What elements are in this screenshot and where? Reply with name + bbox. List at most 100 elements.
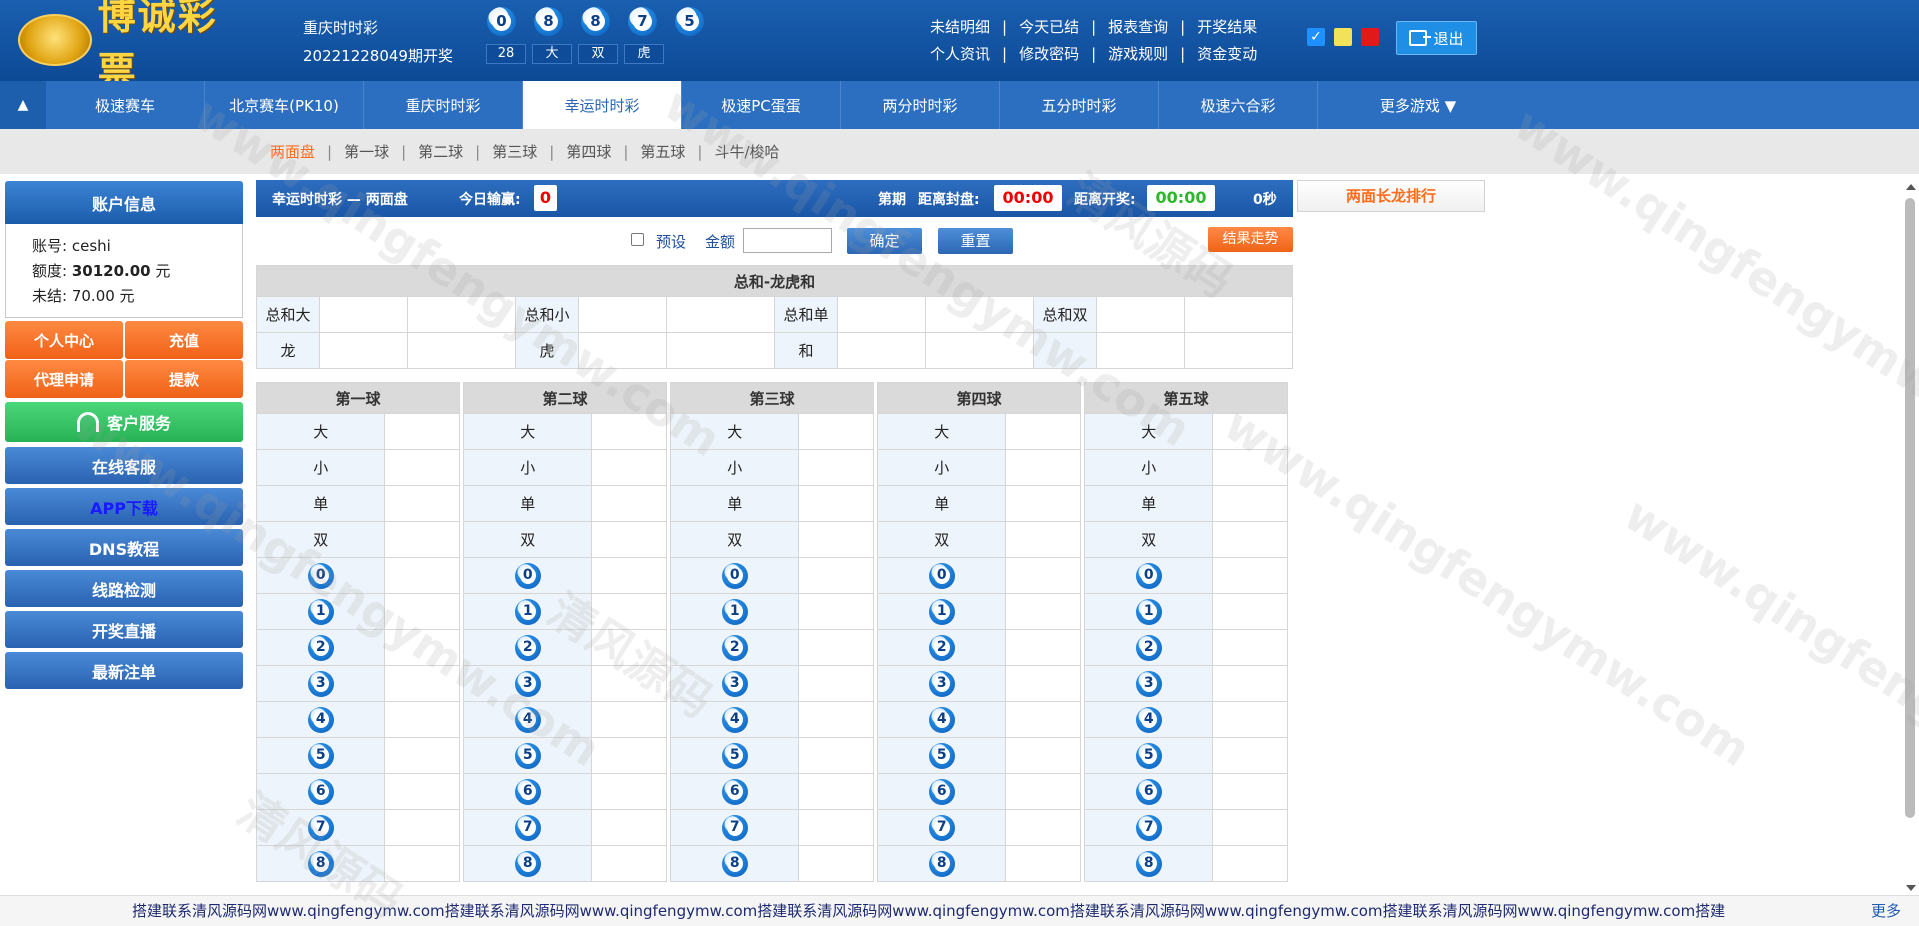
nav-tab[interactable]: 两分时时彩 bbox=[841, 81, 1000, 129]
bet-label[interactable]: 2 bbox=[669, 629, 800, 666]
bet-label[interactable]: 0 bbox=[876, 557, 1007, 594]
odds-cell[interactable] bbox=[798, 521, 874, 558]
odds-cell[interactable] bbox=[591, 665, 667, 702]
latest-bets-button[interactable]: 最新注单 bbox=[5, 652, 243, 689]
bet-label[interactable]: 2 bbox=[255, 629, 386, 666]
odds-cell[interactable] bbox=[1005, 701, 1081, 738]
bet-label[interactable]: 0 bbox=[669, 557, 800, 594]
odds-cell[interactable] bbox=[1005, 449, 1081, 486]
odds-cell[interactable] bbox=[591, 809, 667, 846]
top-link[interactable]: 报表查询 bbox=[1108, 18, 1168, 36]
odds-cell[interactable] bbox=[837, 332, 926, 369]
odds-cell[interactable] bbox=[591, 773, 667, 810]
odds-cell[interactable] bbox=[578, 332, 667, 369]
odds-cell[interactable] bbox=[1005, 593, 1081, 630]
bet-label[interactable]: 5 bbox=[255, 737, 386, 774]
bet-label[interactable]: 7 bbox=[1083, 809, 1214, 846]
odds-cell[interactable] bbox=[384, 773, 460, 810]
bet-label[interactable]: 0 bbox=[1083, 557, 1214, 594]
bet-label[interactable]: 5 bbox=[669, 737, 800, 774]
odds-cell[interactable] bbox=[591, 845, 667, 882]
bet-label[interactable]: 6 bbox=[1083, 773, 1214, 810]
odds-cell[interactable] bbox=[1212, 845, 1288, 882]
bet-label[interactable]: 4 bbox=[255, 701, 386, 738]
odds-cell[interactable] bbox=[1212, 665, 1288, 702]
theme-yellow-box[interactable] bbox=[1334, 28, 1352, 46]
bet-label[interactable]: 龙 bbox=[256, 332, 320, 369]
odds-cell[interactable] bbox=[591, 485, 667, 522]
bet-label[interactable]: 0 bbox=[255, 557, 386, 594]
odds-cell[interactable] bbox=[1212, 557, 1288, 594]
deposit-button[interactable]: 充值 bbox=[125, 321, 243, 359]
bet-label[interactable]: 单 bbox=[669, 485, 800, 522]
odds-cell[interactable] bbox=[384, 737, 460, 774]
subnav-tab[interactable]: 斗牛/梭哈 bbox=[714, 141, 779, 162]
bet-label[interactable]: 总和单 bbox=[774, 296, 838, 333]
bet-label[interactable]: 7 bbox=[669, 809, 800, 846]
ticker-more-link[interactable]: 更多 bbox=[1865, 896, 1902, 926]
bet-label[interactable]: 总和双 bbox=[1033, 296, 1097, 333]
odds-cell[interactable] bbox=[1005, 413, 1081, 450]
top-link[interactable]: 个人资讯 bbox=[930, 45, 990, 63]
odds-cell[interactable] bbox=[1212, 593, 1288, 630]
odds-cell[interactable] bbox=[798, 629, 874, 666]
withdraw-button[interactable]: 提款 bbox=[125, 360, 243, 398]
theme-blue-checkbox[interactable]: ✓ bbox=[1307, 28, 1325, 46]
bet-label[interactable]: 2 bbox=[876, 629, 1007, 666]
odds-cell[interactable] bbox=[384, 665, 460, 702]
bet-label[interactable]: 和 bbox=[774, 332, 838, 369]
bet-label[interactable]: 1 bbox=[669, 593, 800, 630]
odds-cell[interactable] bbox=[384, 845, 460, 882]
odds-cell[interactable] bbox=[1212, 521, 1288, 558]
odds-cell[interactable] bbox=[798, 773, 874, 810]
bet-label[interactable]: 7 bbox=[876, 809, 1007, 846]
odds-cell[interactable] bbox=[591, 737, 667, 774]
bet-label[interactable]: 1 bbox=[876, 593, 1007, 630]
odds-cell[interactable] bbox=[1005, 665, 1081, 702]
bet-label[interactable]: 大 bbox=[1083, 413, 1214, 450]
bet-label[interactable]: 5 bbox=[1083, 737, 1214, 774]
bet-label[interactable]: 8 bbox=[876, 845, 1007, 882]
odds-cell[interactable] bbox=[384, 809, 460, 846]
odds-cell[interactable] bbox=[798, 845, 874, 882]
bet-label[interactable]: 6 bbox=[255, 773, 386, 810]
bet-input-cell[interactable] bbox=[925, 332, 1034, 369]
subnav-tab[interactable]: 第一球 bbox=[344, 141, 389, 162]
odds-cell[interactable] bbox=[591, 449, 667, 486]
agent-apply-button[interactable]: 代理申请 bbox=[5, 360, 123, 398]
odds-cell[interactable] bbox=[1005, 485, 1081, 522]
collapse-nav-icon[interactable]: ▲ bbox=[0, 81, 46, 129]
odds-cell[interactable] bbox=[591, 629, 667, 666]
subnav-tab[interactable]: 第三球 bbox=[492, 141, 537, 162]
odds-cell[interactable] bbox=[798, 557, 874, 594]
bet-label[interactable]: 7 bbox=[462, 809, 593, 846]
bet-label[interactable]: 单 bbox=[1083, 485, 1214, 522]
odds-cell[interactable] bbox=[1212, 809, 1288, 846]
bet-label[interactable]: 5 bbox=[462, 737, 593, 774]
odds-cell[interactable] bbox=[1005, 845, 1081, 882]
bet-input-cell[interactable] bbox=[1184, 296, 1293, 333]
odds-cell[interactable] bbox=[1212, 413, 1288, 450]
scroll-thumb[interactable] bbox=[1905, 198, 1915, 818]
odds-cell[interactable] bbox=[384, 521, 460, 558]
bet-label[interactable]: 0 bbox=[462, 557, 593, 594]
top-link[interactable]: 今天已结 bbox=[1019, 18, 1079, 36]
personal-center-button[interactable]: 个人中心 bbox=[5, 321, 123, 359]
bet-label[interactable]: 小 bbox=[462, 449, 593, 486]
preset-checkbox[interactable] bbox=[631, 233, 644, 246]
odds-cell[interactable] bbox=[1212, 773, 1288, 810]
line-check-button[interactable]: 线路检测 bbox=[5, 570, 243, 607]
bet-label[interactable]: 小 bbox=[255, 449, 386, 486]
bet-label[interactable]: 双 bbox=[462, 521, 593, 558]
bet-label[interactable]: 双 bbox=[669, 521, 800, 558]
bet-label[interactable]: 小 bbox=[876, 449, 1007, 486]
customer-service-button[interactable]: 客户服务 bbox=[5, 402, 243, 442]
bet-label[interactable]: 双 bbox=[876, 521, 1007, 558]
nav-tab[interactable]: 重庆时时彩 bbox=[364, 81, 523, 129]
nav-tab[interactable]: 五分时时彩 bbox=[1000, 81, 1159, 129]
bet-label[interactable]: 2 bbox=[1083, 629, 1214, 666]
page-scrollbar[interactable] bbox=[1902, 180, 1919, 895]
subnav-tab[interactable]: 第二球 bbox=[418, 141, 463, 162]
scroll-up-icon[interactable] bbox=[1906, 184, 1916, 190]
odds-cell[interactable] bbox=[798, 413, 874, 450]
